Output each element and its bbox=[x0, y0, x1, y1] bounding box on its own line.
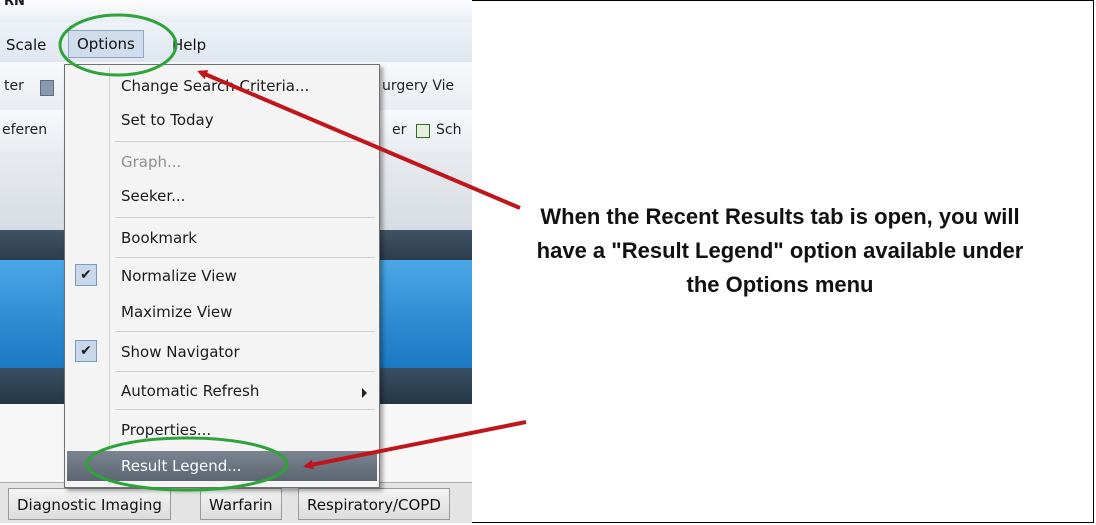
checkmark-icon: ✔ bbox=[75, 264, 97, 286]
calendar-icon bbox=[416, 124, 430, 138]
options-dropdown-menu: Change Search Criteria... Set to Today G… bbox=[64, 64, 380, 488]
toolbar-item-fragment[interactable]: ter bbox=[4, 78, 24, 94]
menu-item-set-to-today[interactable]: Set to Today bbox=[67, 105, 377, 135]
menu-item-label: Seeker... bbox=[121, 187, 186, 205]
toolbar-item-er[interactable]: er bbox=[392, 122, 406, 138]
menu-separator bbox=[115, 409, 375, 410]
menu-item-show-navigator[interactable]: ✔ Show Navigator bbox=[67, 337, 377, 367]
menu-item-automatic-refresh[interactable]: Automatic Refresh bbox=[67, 376, 377, 406]
menu-item-maximize-view[interactable]: Maximize View bbox=[67, 297, 377, 327]
menu-item-label: Normalize View bbox=[121, 267, 237, 285]
tab-warfarin[interactable]: Warfarin bbox=[200, 488, 282, 520]
menu-separator bbox=[115, 141, 375, 142]
title-strip: RN bbox=[0, 0, 472, 22]
menu-item-label: Automatic Refresh bbox=[121, 382, 260, 400]
app-screenshot: RN Scale Options Help ter urgery Vie efe… bbox=[0, 0, 472, 523]
menu-separator bbox=[115, 217, 375, 218]
checkmark-icon: ✔ bbox=[75, 340, 97, 362]
menu-item-label: Show Navigator bbox=[121, 343, 240, 361]
menu-item-properties[interactable]: Properties... bbox=[67, 415, 377, 445]
menu-separator bbox=[115, 257, 375, 258]
tab-respiratory-copd[interactable]: Respiratory/COPD bbox=[298, 488, 450, 520]
menu-item-label: Bookmark bbox=[121, 229, 197, 247]
toolbar-reference[interactable]: eferen bbox=[2, 122, 47, 138]
submenu-arrow-icon bbox=[362, 388, 367, 398]
annotation-caption: When the Recent Results tab is open, you… bbox=[536, 204, 1024, 297]
menu-item-label: Properties... bbox=[121, 421, 212, 439]
menu-help[interactable]: Help bbox=[166, 34, 212, 56]
menu-options[interactable]: Options bbox=[68, 30, 144, 58]
app-title-fragment: RN bbox=[4, 0, 25, 9]
menu-item-seeker[interactable]: Seeker... bbox=[67, 181, 377, 211]
menu-scale[interactable]: Scale bbox=[0, 34, 52, 56]
menu-item-label: Graph... bbox=[121, 153, 182, 171]
menu-separator bbox=[115, 331, 375, 332]
menu-item-label: Set to Today bbox=[121, 111, 214, 129]
menu-item-bookmark[interactable]: Bookmark bbox=[67, 223, 377, 253]
tab-diagnostic-imaging[interactable]: Diagnostic Imaging bbox=[8, 488, 171, 520]
menu-bar: Scale Options Help bbox=[0, 22, 472, 63]
menu-item-change-search-criteria[interactable]: Change Search Criteria... bbox=[67, 71, 377, 101]
menu-item-normalize-view[interactable]: ✔ Normalize View bbox=[67, 261, 377, 291]
menu-item-result-legend[interactable]: Result Legend... bbox=[67, 451, 377, 481]
toolbar-icon bbox=[40, 80, 54, 96]
menu-item-label: Maximize View bbox=[121, 303, 233, 321]
menu-separator bbox=[115, 371, 375, 372]
toolbar-surgery-view[interactable]: urgery Vie bbox=[382, 78, 454, 94]
menu-item-label: Change Search Criteria... bbox=[121, 77, 310, 95]
toolbar-schedule[interactable]: Sch bbox=[436, 122, 461, 138]
menu-item-label: Result Legend... bbox=[121, 457, 242, 475]
menu-item-graph: Graph... bbox=[67, 147, 377, 177]
